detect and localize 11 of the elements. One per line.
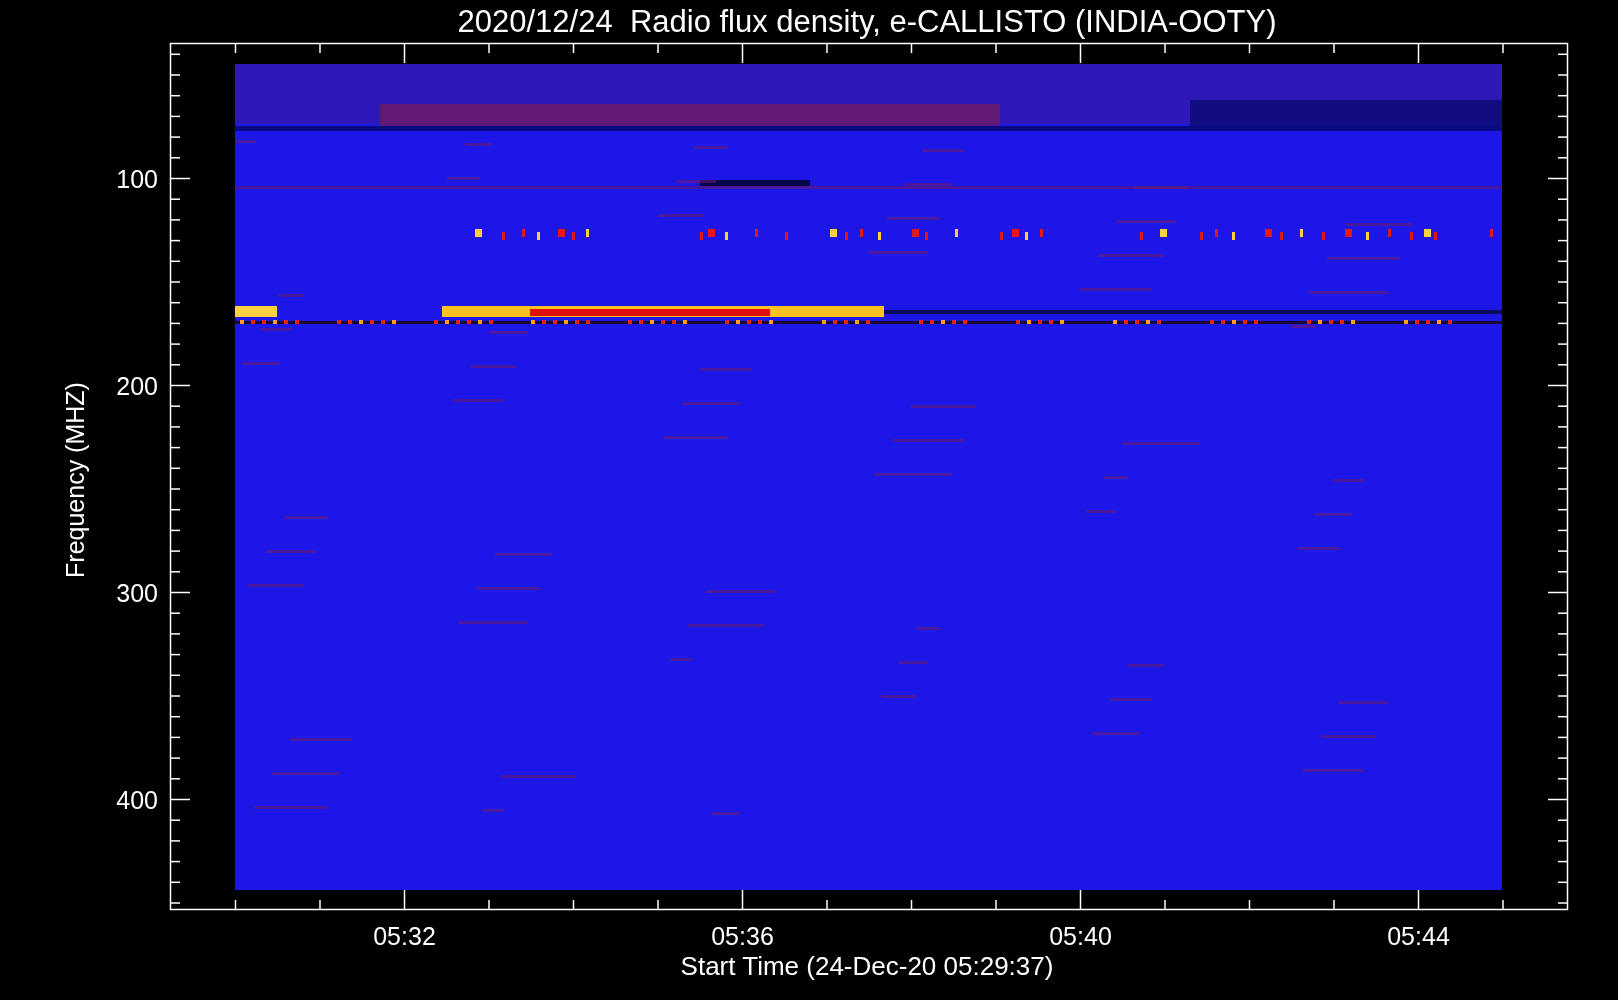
x-tick-label: 05:32: [373, 922, 436, 950]
x-tick-label: 05:36: [711, 922, 774, 950]
x-axis-label: Start Time (24-Dec-20 05:29:37): [680, 951, 1054, 981]
y-axis-label: Frequency (MHZ): [61, 382, 89, 578]
y-tick-label: 300: [116, 578, 158, 607]
x-tick-label: 05:44: [1387, 922, 1450, 950]
y-tick-label: 100: [116, 164, 158, 193]
y-tick-label: 400: [116, 785, 158, 814]
chart-title: 2020/12/24 Radio flux density, e-CALLISTO (INDIA-OOTY): [457, 4, 1277, 39]
x-tick-label: 05:40: [1049, 922, 1112, 950]
y-tick-label: 200: [116, 371, 158, 400]
